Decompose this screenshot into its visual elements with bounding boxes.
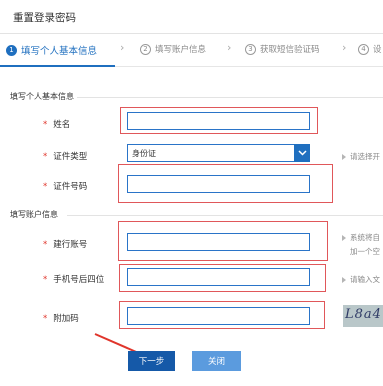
title-divider — [0, 33, 383, 34]
close-button[interactable]: 关闭 — [192, 351, 241, 371]
step-3-number: 3 — [245, 43, 256, 55]
id-number-label: * 证件号码 — [43, 180, 87, 192]
step-indicator: 1 填写个人基本信息 › 2 填写账户信息 › 3 获取短信验证码 › 4 设 — [0, 38, 383, 60]
step-1-number: 1 — [6, 44, 17, 56]
captcha-image[interactable]: L8a4 — [343, 305, 383, 327]
chevron-down-icon[interactable] — [294, 144, 310, 162]
step-3: 3 获取短信验证码 — [245, 43, 320, 55]
page-title: 重置登录密码 — [13, 12, 76, 24]
step-4-label: 设 — [373, 45, 382, 55]
section-divider — [77, 97, 383, 98]
step-1: 1 填写个人基本信息 — [6, 43, 97, 57]
active-step-underline — [0, 65, 115, 67]
account-input[interactable] — [127, 233, 310, 251]
id-type-label: * 证件类型 — [43, 150, 87, 162]
chevron-right-icon: › — [342, 41, 347, 54]
id-number-label-text: 证件号码 — [53, 182, 88, 192]
phone-label-text: 手机号后四位 — [53, 275, 105, 285]
step-2: 2 填写账户信息 — [140, 43, 206, 55]
name-label-text: 姓名 — [53, 120, 71, 130]
captcha-text: L8a4 — [345, 307, 382, 322]
step-2-number: 2 — [140, 43, 151, 55]
step-4-number: 4 — [358, 43, 369, 55]
phone-last4-input[interactable] — [127, 268, 310, 286]
chevron-right-icon: › — [120, 41, 125, 54]
required-mark: * — [43, 152, 48, 162]
account-hint-line-2: 加一个空 — [350, 247, 380, 256]
account-label-text: 建行账号 — [53, 240, 88, 250]
section-title-personal: 填写个人基本信息 — [10, 92, 74, 101]
phone-hint: 请输入文 — [342, 274, 380, 285]
captcha-label: * 附加码 — [43, 312, 79, 324]
account-hint: 系统将自 — [342, 232, 380, 243]
step-3-label: 获取短信验证码 — [260, 45, 320, 55]
step-4: 4 设 — [358, 43, 382, 55]
id-type-hint: 请选择开 — [342, 151, 380, 162]
phone-label: * 手机号后四位 — [43, 273, 104, 285]
required-mark: * — [43, 240, 48, 250]
caret-right-icon — [342, 235, 346, 241]
next-step-button[interactable]: 下一步 — [128, 351, 175, 371]
name-label: * 姓名 — [43, 118, 70, 130]
caret-right-icon — [342, 277, 346, 283]
id-type-hint-text: 请选择开 — [350, 152, 380, 161]
caret-right-icon — [342, 154, 346, 160]
id-type-select[interactable]: 身份证 — [127, 144, 310, 162]
required-mark: * — [43, 182, 48, 192]
required-mark: * — [43, 275, 48, 285]
chevron-right-icon: › — [227, 41, 232, 54]
section-title-account: 填写账户信息 — [10, 210, 58, 219]
required-mark: * — [43, 120, 48, 130]
phone-hint-text: 请输入文 — [350, 275, 380, 284]
section-divider — [67, 215, 383, 216]
captcha-input[interactable] — [127, 307, 310, 325]
account-hint-text: 系统将自 — [350, 233, 380, 242]
account-label: * 建行账号 — [43, 238, 87, 250]
step-2-label: 填写账户信息 — [155, 45, 207, 55]
name-input[interactable] — [127, 112, 310, 130]
required-mark: * — [43, 314, 48, 324]
captcha-label-text: 附加码 — [53, 314, 79, 324]
id-number-input[interactable] — [127, 175, 310, 193]
id-type-label-text: 证件类型 — [53, 152, 88, 162]
step-1-label: 填写个人基本信息 — [21, 46, 98, 57]
id-type-value: 身份证 — [132, 148, 156, 158]
